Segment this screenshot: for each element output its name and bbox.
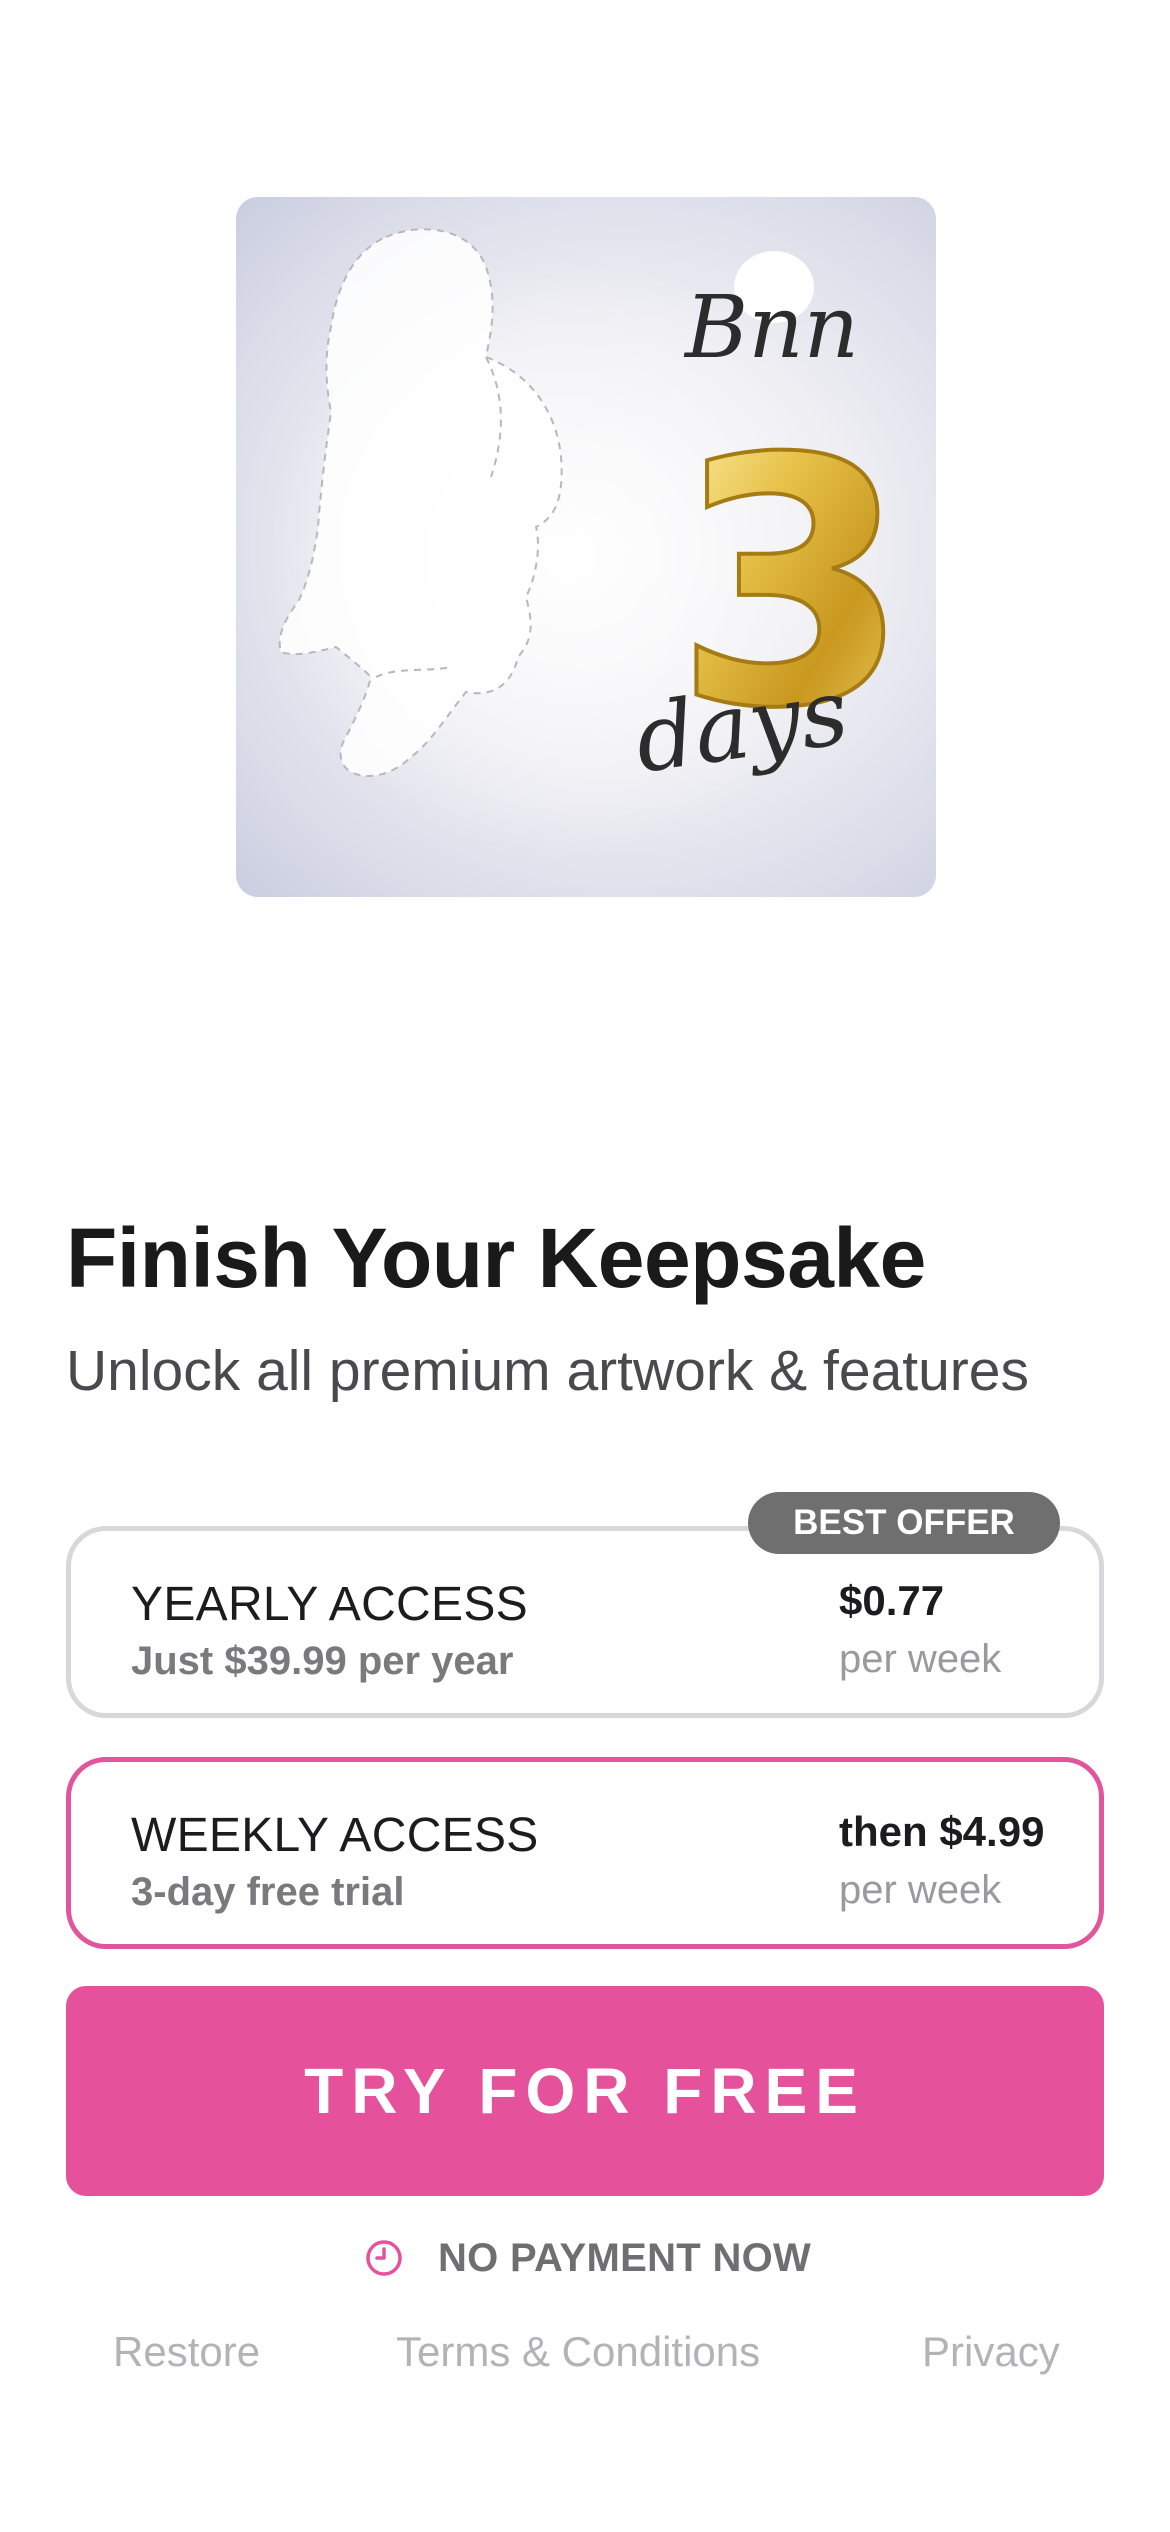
plan-price-unit: per week xyxy=(839,1637,1002,1681)
plan-name: WEEKLY ACCESS xyxy=(131,1809,539,1862)
plan-option-weekly[interactable]: WEEKLY ACCESS 3-day free trial then $4.9… xyxy=(66,1757,1104,1949)
plan-name: YEARLY ACCESS xyxy=(131,1578,528,1631)
page-title: Finish Your Keepsake xyxy=(66,1211,926,1305)
no-payment-text: NO PAYMENT NOW xyxy=(438,2235,812,2280)
page-subtitle: Unlock all premium artwork & features xyxy=(66,1339,1029,1403)
plan-price: then $4.99 xyxy=(839,1808,1045,1855)
restore-link[interactable]: Restore xyxy=(113,2328,260,2376)
try-for-free-button[interactable]: TRY FOR FREE xyxy=(66,1986,1104,2196)
plan-option-yearly[interactable]: YEARLY ACCESS Just $39.99 per year $0.77… xyxy=(66,1526,1104,1718)
plan-price: $0.77 xyxy=(839,1577,945,1624)
best-offer-badge: BEST OFFER xyxy=(748,1492,1060,1554)
terms-link[interactable]: Terms & Conditions xyxy=(396,2328,760,2376)
keepsake-artwork-preview: 3 Bnn days xyxy=(236,197,936,897)
clock-icon xyxy=(364,2238,404,2278)
plan-detail: Just $39.99 per year xyxy=(131,1639,514,1683)
artwork-illustration: 3 Bnn days xyxy=(266,228,912,857)
artwork-script-top: Bnn xyxy=(683,278,859,378)
plan-detail: 3-day free trial xyxy=(131,1870,405,1914)
no-payment-notice: NO PAYMENT NOW xyxy=(364,2230,811,2286)
privacy-link[interactable]: Privacy xyxy=(922,2328,1060,2376)
plan-price-unit: per week xyxy=(839,1868,1002,1912)
